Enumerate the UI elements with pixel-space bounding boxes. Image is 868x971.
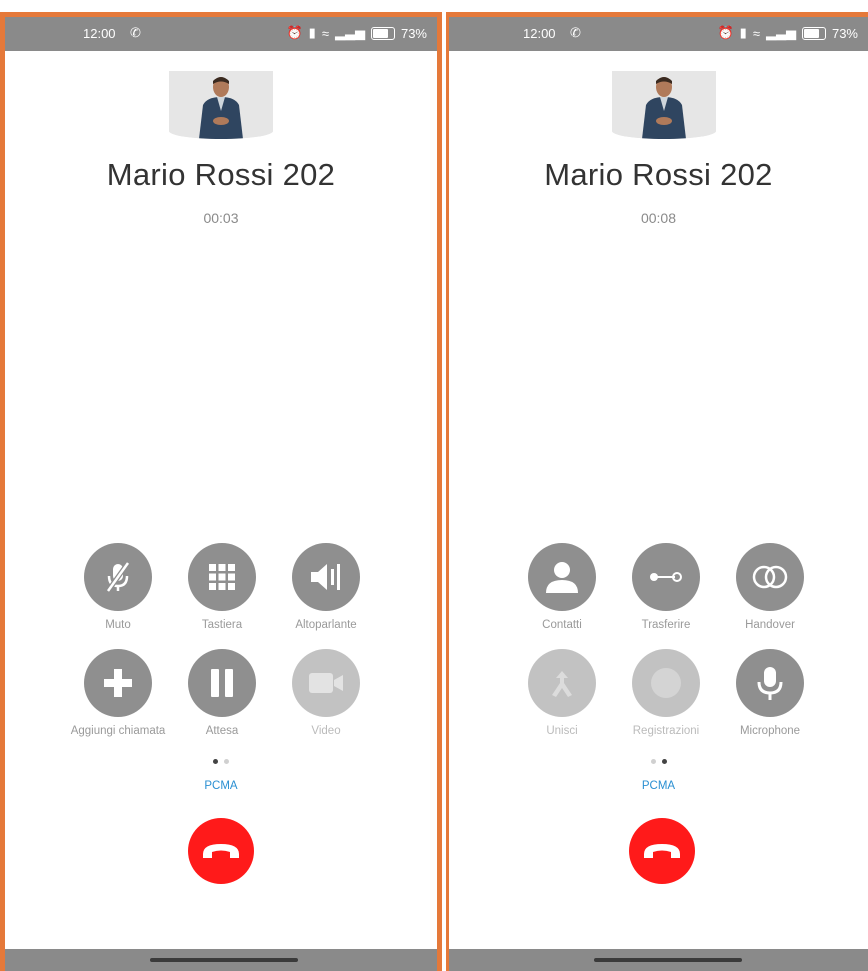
signal-icon: ▂▃▅ <box>334 25 365 40</box>
transfer-label: Trasferire <box>641 619 691 631</box>
caller-name: Mario Rossi 202 <box>106 157 336 192</box>
merge-icon[interactable] <box>528 649 596 717</box>
status-time: 12:00 <box>523 26 556 41</box>
pause-icon[interactable] <box>188 649 256 717</box>
keypad-button[interactable]: Tastiera <box>167 543 277 631</box>
end-call-icon <box>644 844 680 858</box>
record-label: Registrazioni <box>632 725 700 737</box>
video-camera-icon[interactable] <box>292 649 360 717</box>
mic-off-icon[interactable] <box>84 543 152 611</box>
keypad-icon[interactable] <box>188 543 256 611</box>
wifi-icon: ≈ <box>321 25 329 41</box>
page-indicator <box>5 751 437 769</box>
add-call-button[interactable]: Aggiungi chiamata <box>63 649 173 737</box>
microphone-label: Microphone <box>739 725 801 737</box>
call-timer: 00:03 <box>203 210 239 226</box>
handover-rings-icon[interactable] <box>736 543 804 611</box>
codec-label: PCMA <box>204 780 238 792</box>
status-bar: 12:00 ✆ ⏰ ▮ ≈ ▂▃▅ 73% <box>449 17 868 51</box>
hang-up-button[interactable] <box>188 818 254 884</box>
speaker-button[interactable]: Altoparlante <box>271 543 381 631</box>
merge-button[interactable]: Unisci <box>507 649 617 737</box>
speaker-label: Altoparlante <box>295 619 357 631</box>
status-time: 12:00 <box>83 26 116 41</box>
person-icon[interactable] <box>528 543 596 611</box>
active-call-icon: ✆ <box>130 25 141 40</box>
active-call-icon: ✆ <box>570 25 581 40</box>
caller-avatar <box>612 71 716 139</box>
battery-percent: 73% <box>400 25 427 41</box>
page-dot-2 <box>661 759 667 764</box>
handover-label: Handover <box>745 619 795 631</box>
nav-bar <box>5 949 437 971</box>
transfer-icon[interactable] <box>632 543 700 611</box>
microphone-button[interactable]: Microphone <box>715 649 825 737</box>
hang-up-button[interactable] <box>629 818 695 884</box>
wifi-icon: ≈ <box>752 25 760 41</box>
battery-icon <box>370 26 395 40</box>
battery-icon <box>801 26 826 40</box>
signal-icon: ▂▃▅ <box>765 25 796 40</box>
plus-icon[interactable] <box>84 649 152 717</box>
vibrate-icon: ▮ <box>308 25 316 40</box>
status-bar: 12:00 ✆ ⏰ ▮ ≈ ▂▃▅ 73% <box>5 17 437 51</box>
merge-label: Unisci <box>546 725 578 737</box>
page-indicator <box>449 751 868 769</box>
call-screen-page-1: 12:00 ✆ ⏰ ▮ ≈ ▂▃▅ 73% Mario Rossi 202 00… <box>0 12 442 971</box>
hold-button[interactable]: Attesa <box>167 649 277 737</box>
alarm-icon: ⏰ <box>286 25 303 40</box>
call-screen-page-2: 12:00 ✆ ⏰ ▮ ≈ ▂▃▅ 73% Mario Rossi 202 00… <box>446 12 868 971</box>
contacts-label: Contatti <box>542 619 582 631</box>
page-dot-1 <box>650 759 656 764</box>
codec-label: PCMA <box>641 780 676 792</box>
mute-button[interactable]: Muto <box>63 543 173 631</box>
status-icons: ⏰ ▮ ≈ ▂▃▅ 73% <box>286 25 427 41</box>
keypad-label: Tastiera <box>201 619 243 631</box>
battery-percent: 73% <box>831 25 858 41</box>
add-call-label: Aggiungi chiamata <box>70 725 166 737</box>
home-handle[interactable] <box>594 958 742 962</box>
alarm-icon: ⏰ <box>717 25 734 40</box>
record-button[interactable]: Registrazioni <box>611 649 721 737</box>
transfer-button[interactable]: Trasferire <box>611 543 721 631</box>
mute-label: Muto <box>105 619 131 631</box>
frame-top <box>0 0 868 12</box>
record-icon[interactable] <box>632 649 700 717</box>
video-button[interactable]: Video <box>271 649 381 737</box>
microphone-icon[interactable] <box>736 649 804 717</box>
speaker-icon[interactable] <box>292 543 360 611</box>
call-timer: 00:08 <box>640 210 677 226</box>
handover-button[interactable]: Handover <box>715 543 825 631</box>
contacts-button[interactable]: Contatti <box>507 543 617 631</box>
page-dot-1 <box>213 759 218 764</box>
nav-bar <box>449 949 868 971</box>
video-label: Video <box>311 725 341 737</box>
hold-label: Attesa <box>205 725 239 737</box>
caller-avatar <box>169 71 273 139</box>
caller-name: Mario Rossi 202 <box>544 157 773 192</box>
page-dot-2 <box>224 759 229 764</box>
vibrate-icon: ▮ <box>739 25 747 40</box>
end-call-icon <box>203 844 239 858</box>
status-icons: ⏰ ▮ ≈ ▂▃▅ 73% <box>717 25 858 41</box>
home-handle[interactable] <box>150 958 298 962</box>
